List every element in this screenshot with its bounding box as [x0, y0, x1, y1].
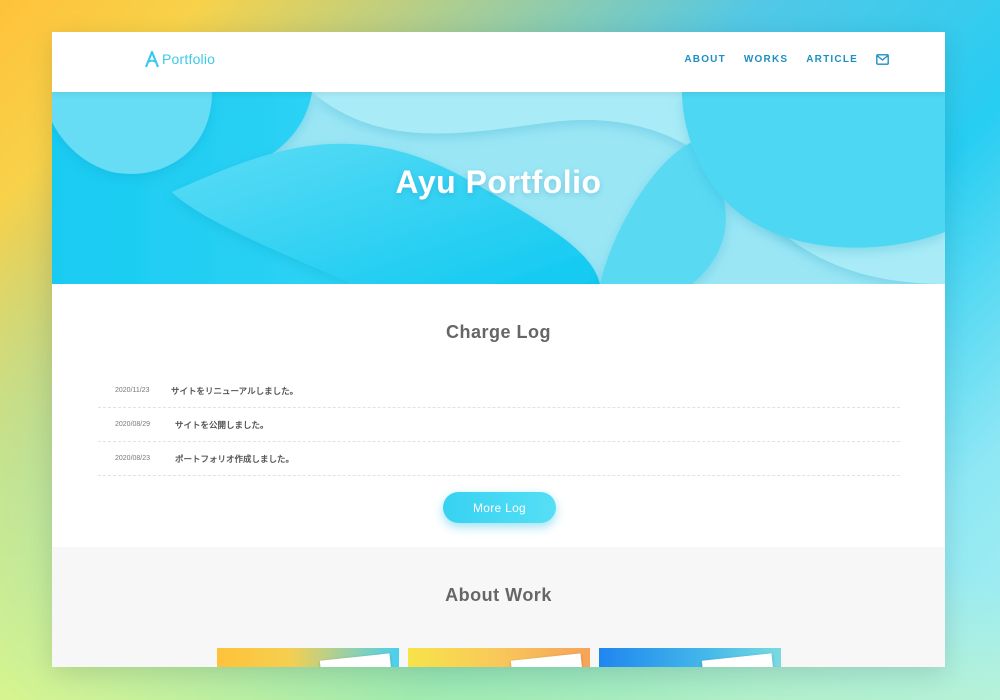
list-item: 2020/08/29 サイトを公開しました。 — [98, 408, 900, 442]
nav-about[interactable]: ABOUT — [684, 54, 726, 65]
list-item: 2020/11/23 サイトをリニューアルしました。 — [98, 374, 900, 408]
work-card[interactable] — [408, 648, 590, 667]
hero-title: Ayu Portfolio — [395, 164, 602, 200]
mail-icon[interactable] — [876, 54, 889, 65]
log-text: サイトを公開しました。 — [175, 419, 269, 430]
log-text: サイトをリニューアルしました。 — [171, 385, 299, 396]
about-work-section: About Work — [52, 547, 945, 667]
hero-banner: Ayu Portfolio — [52, 92, 945, 284]
about-work-title: About Work — [445, 585, 552, 605]
log-text: ポートフォリオ作成しました。 — [175, 453, 295, 464]
more-log-button[interactable]: More Log — [443, 492, 556, 523]
browser-frame: Portfolio ABOUT WORKS ARTICLE Ayu Portfo… — [52, 32, 945, 667]
changelog-list: 2020/11/23 サイトをリニューアルしました。 2020/08/29 サイ… — [98, 374, 900, 476]
work-thumbnail — [510, 653, 584, 667]
changelog-title: Charge Log — [445, 322, 551, 342]
logo-a-icon — [144, 50, 160, 68]
list-item: 2020/08/23 ポートフォリオ作成しました。 — [98, 442, 900, 476]
site-logo[interactable]: Portfolio — [144, 50, 215, 68]
nav-article[interactable]: ARTICLE — [806, 54, 858, 65]
work-thumbnail — [319, 653, 393, 667]
logo-text: Portfolio — [162, 51, 216, 67]
work-card[interactable] — [217, 648, 399, 667]
log-date: 2020/11/23 — [115, 387, 150, 394]
main-nav: ABOUT WORKS ARTICLE — [666, 54, 889, 65]
log-date: 2020/08/23 — [115, 455, 151, 462]
work-card[interactable] — [599, 648, 781, 667]
nav-works[interactable]: WORKS — [744, 54, 788, 65]
site-header: Portfolio ABOUT WORKS ARTICLE — [52, 32, 945, 92]
work-thumbnail — [701, 653, 775, 667]
log-date: 2020/08/29 — [115, 421, 151, 428]
